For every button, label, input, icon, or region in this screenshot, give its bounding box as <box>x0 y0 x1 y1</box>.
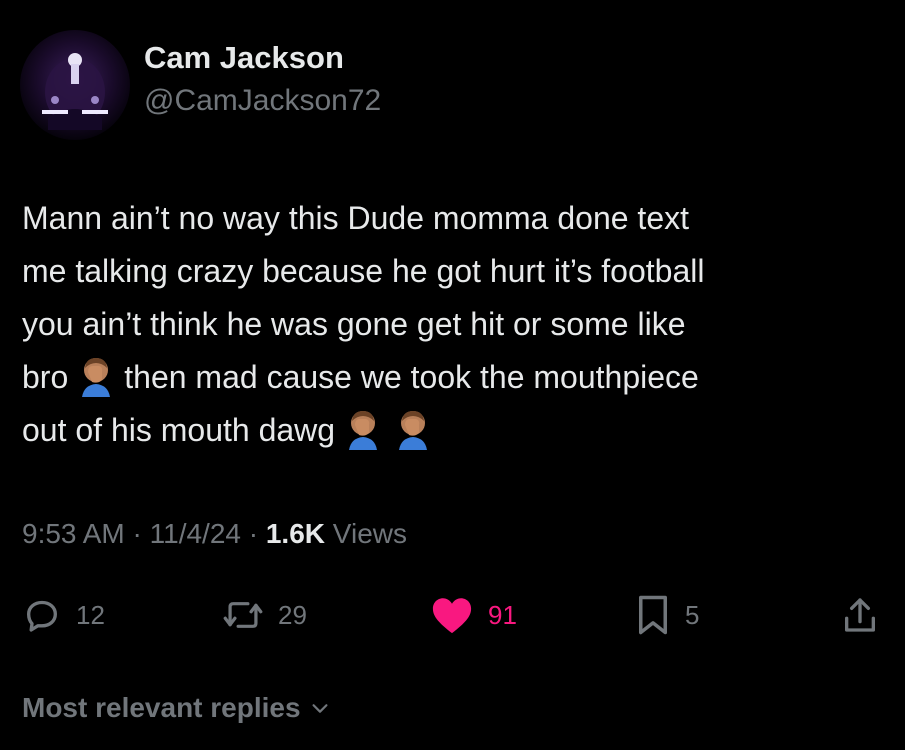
tweet-line: Mann ain’t no way this Dude momma done t… <box>22 200 689 236</box>
author-handle[interactable]: @CamJackson72 <box>144 84 381 118</box>
reply-count: 12 <box>76 599 105 630</box>
tweet-date[interactable]: 11/4/24 <box>150 518 241 549</box>
action-bar: 12 29 91 5 <box>0 590 905 640</box>
reply-button[interactable]: 12 <box>22 590 105 640</box>
tweet-line: out of his mouth dawg <box>22 412 336 448</box>
tweet-line: bro <box>22 359 69 395</box>
heart-icon <box>432 598 472 634</box>
facepalm-emoji <box>399 411 428 450</box>
author-name[interactable]: Cam Jackson <box>144 40 344 76</box>
replies-sort-label: Most relevant replies <box>22 692 301 723</box>
retweet-button[interactable]: 29 <box>222 590 307 640</box>
like-count: 91 <box>488 599 517 630</box>
like-button[interactable]: 91 <box>430 590 517 640</box>
tweet-line: me talking crazy because he got hurt it’… <box>22 253 705 289</box>
avatar[interactable] <box>20 30 130 140</box>
views-count: 1.6K <box>265 518 326 549</box>
tweet-text: Mann ain’t no way this Dude momma done t… <box>22 192 882 457</box>
meta-separator: · <box>132 518 142 549</box>
bookmark-button[interactable]: 5 <box>635 590 699 640</box>
tweet-line: you ain’t think he was gone get hit or s… <box>22 306 686 342</box>
tweet-meta: 9:53 AM · 11/4/24 · 1.6K Views <box>22 518 407 550</box>
bookmark-icon <box>639 595 667 635</box>
reply-icon <box>27 600 57 632</box>
tweet-time[interactable]: 9:53 AM <box>22 518 125 549</box>
share-button[interactable] <box>840 590 880 640</box>
facepalm-emoji <box>82 358 111 397</box>
retweet-count: 29 <box>278 599 307 630</box>
meta-separator: · <box>248 518 259 549</box>
views-label: Views <box>332 518 407 549</box>
share-icon <box>845 598 875 632</box>
chevron-down-icon <box>312 704 328 713</box>
bookmark-count: 5 <box>685 599 700 630</box>
replies-sort-dropdown[interactable]: Most relevant replies <box>22 692 331 724</box>
tweet-line: then mad cause we took the mouthpiece <box>124 359 699 395</box>
facepalm-emoji <box>349 411 378 450</box>
retweet-icon <box>223 602 263 628</box>
